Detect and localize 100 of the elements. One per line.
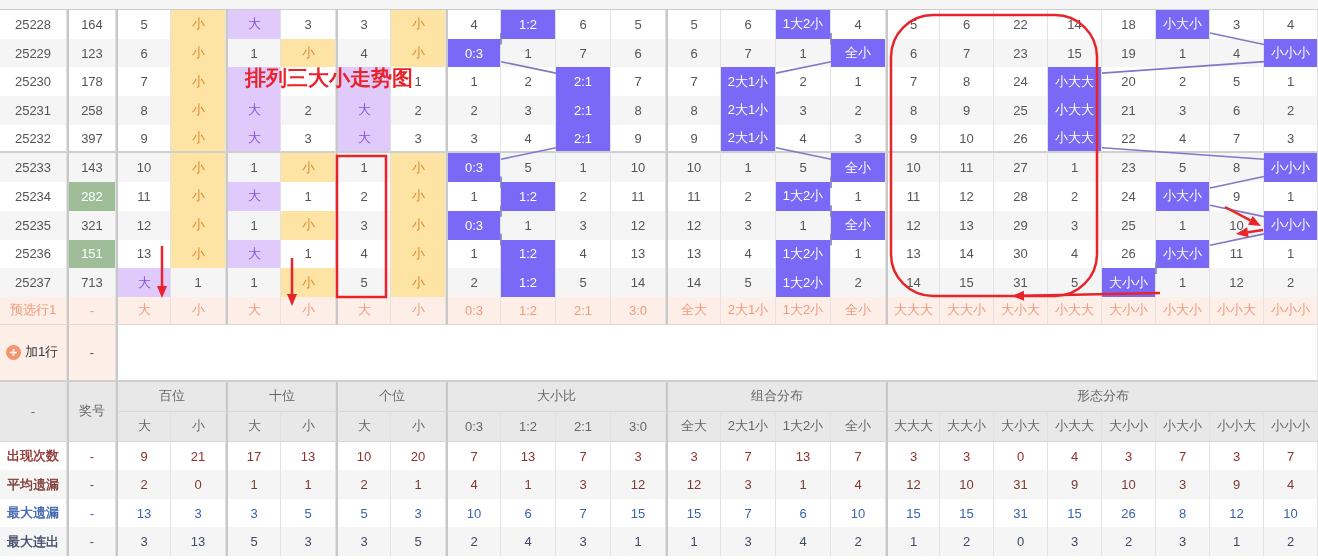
preselect-option[interactable]: 大小大 — [994, 296, 1048, 325]
preselect-option[interactable]: 大 — [336, 296, 391, 325]
stat-cell: 17 — [226, 441, 281, 471]
group-header: 百位 — [116, 381, 226, 412]
stat-cell: 2 — [446, 527, 501, 556]
table-cell: 9 — [940, 96, 994, 125]
table-cell: 25 — [1102, 210, 1156, 240]
stat-cell: 3 — [721, 527, 776, 556]
table-cell: 3 — [1264, 124, 1318, 154]
preselect-option[interactable]: 小大大 — [1048, 296, 1102, 325]
table-cell: 2:1 — [556, 67, 611, 97]
table-cell: 0:3 — [446, 38, 501, 68]
table-cell: 全小 — [831, 210, 886, 240]
preselect-option[interactable]: 大小小 — [1102, 296, 1156, 325]
stat-cell: 3 — [886, 441, 940, 471]
column-header: 小 — [171, 411, 226, 442]
column-header: 大 — [226, 411, 281, 442]
stat-cell: 10 — [940, 470, 994, 499]
table-cell: 1 — [446, 67, 501, 97]
stat-cell: 3 — [336, 527, 391, 556]
preselect-option[interactable]: 1大2小 — [776, 296, 831, 325]
period-cell: 25229 — [0, 38, 67, 68]
preselect-option[interactable]: 1:2 — [501, 296, 556, 325]
stat-cell: 4 — [776, 527, 831, 556]
trend-line — [1209, 204, 1265, 218]
table-cell: 14 — [886, 268, 940, 297]
number-cell: 164 — [67, 10, 116, 39]
stat-cell: 3 — [1156, 527, 1210, 556]
table-cell: 3 — [446, 124, 501, 154]
table-cell: 13 — [940, 210, 994, 240]
table-cell: 7 — [556, 38, 611, 68]
stat-cell: 2 — [116, 470, 171, 499]
trend-line — [1155, 261, 1157, 275]
preselect-option[interactable]: 2大1小 — [721, 296, 776, 325]
column-header: 2大1小 — [721, 411, 776, 442]
preselect-option[interactable]: 3:0 — [611, 296, 666, 325]
number-cell: 282 — [67, 182, 116, 211]
preselect-option[interactable]: 全大 — [666, 296, 721, 325]
table-cell: 31 — [994, 268, 1048, 297]
stat-cell: 3 — [666, 441, 721, 471]
table-cell: 4 — [446, 10, 501, 39]
table-cell: 12 — [611, 210, 666, 240]
column-header: 0:3 — [446, 411, 501, 442]
column-header: 3:0 — [611, 411, 666, 442]
stat-cell: 3 — [116, 527, 171, 556]
preselect-option[interactable]: 0:3 — [446, 296, 501, 325]
table-cell: 2 — [281, 96, 336, 125]
column-header: 大 — [116, 411, 171, 442]
table-cell: 23 — [1102, 153, 1156, 183]
stat-cell: 15 — [666, 498, 721, 528]
preselect-option[interactable]: 大大小 — [940, 296, 994, 325]
table-cell: 23 — [994, 38, 1048, 68]
table-cell: 1 — [171, 268, 226, 297]
table-cell: 小 — [171, 67, 226, 97]
table-cell: 19 — [1102, 38, 1156, 68]
table-cell: 13 — [116, 239, 171, 269]
trend-line — [830, 233, 832, 247]
table-cell: 小 — [171, 38, 226, 68]
trend-line — [500, 146, 557, 161]
preselect-option[interactable]: 小小小 — [1264, 296, 1318, 325]
table-cell: 3 — [281, 124, 336, 154]
table-cell: 3 — [1156, 96, 1210, 125]
table-cell: 7 — [666, 67, 721, 97]
column-header: 全小 — [831, 411, 886, 442]
table-cell: 11 — [940, 153, 994, 183]
stat-cell: 4 — [1264, 470, 1318, 499]
preselect-option[interactable]: 小 — [171, 296, 226, 325]
table-cell: 10 — [116, 153, 171, 183]
add-row-button[interactable]: 加1行 — [0, 324, 67, 382]
group-header: 十位 — [226, 381, 336, 412]
table-cell: 小大小 — [1156, 182, 1210, 211]
table-cell: 小大大 — [1048, 67, 1102, 97]
preselect-option[interactable]: 大 — [116, 296, 171, 325]
table-cell: 10 — [940, 124, 994, 154]
preselect-option[interactable]: 小 — [281, 296, 336, 325]
preselect-option[interactable]: 小小大 — [1210, 296, 1264, 325]
table-cell: 2 — [391, 96, 446, 125]
preselect-option[interactable]: 2:1 — [556, 296, 611, 325]
table-cell: 小 — [281, 210, 336, 240]
stat-cell: 2 — [1264, 527, 1318, 556]
stat-cell: 31 — [994, 470, 1048, 499]
table-cell: 6 — [611, 38, 666, 68]
stat-cell: 9 — [1048, 470, 1102, 499]
table-cell: 小 — [391, 10, 446, 39]
preselect-option[interactable]: 小 — [391, 296, 446, 325]
table-cell: 大 — [226, 96, 281, 125]
table-cell: 8 — [1210, 153, 1264, 183]
period-cell: 25231 — [0, 96, 67, 125]
preselect-option[interactable]: 大 — [226, 296, 281, 325]
preselect-option[interactable]: 小大小 — [1156, 296, 1210, 325]
table-cell: 7 — [721, 38, 776, 68]
table-cell: 21 — [1102, 96, 1156, 125]
table-cell: 4 — [336, 38, 391, 68]
preselect-option[interactable]: 全小 — [831, 296, 886, 325]
table-cell: 大 — [226, 124, 281, 154]
table-cell: 4 — [501, 124, 556, 154]
table-cell: 小小小 — [1264, 210, 1318, 240]
table-cell: 13 — [666, 239, 721, 269]
preselect-option[interactable]: 大大大 — [886, 296, 940, 325]
stat-cell: 1 — [776, 470, 831, 499]
